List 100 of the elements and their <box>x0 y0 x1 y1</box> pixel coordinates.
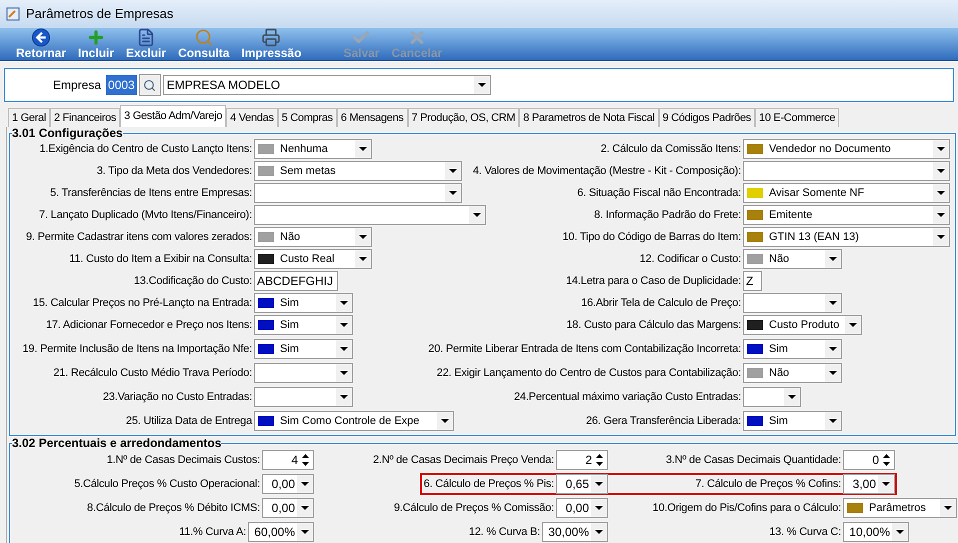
dropdown-button[interactable] <box>355 140 371 158</box>
select-field[interactable]: GTIN 13 (EAN 13) <box>743 227 950 247</box>
company-code-field[interactable]: 0003 <box>106 75 137 95</box>
dropdown-button[interactable] <box>933 228 949 246</box>
text-field[interactable]: Z <box>743 271 762 291</box>
combo-field[interactable]: 0,00 <box>262 498 314 518</box>
tab[interactable]: 9 Códigos Padrões <box>658 108 756 127</box>
select-field[interactable]: Sem metas <box>254 161 462 181</box>
dropdown-button[interactable] <box>825 412 841 430</box>
dropdown-button[interactable] <box>933 140 949 158</box>
combo-field[interactable]: 60,00% <box>248 522 314 542</box>
field-label: 9.Cálculo de Preços % Comissão: <box>394 500 554 516</box>
combo-field[interactable]: 0,65 <box>556 474 608 494</box>
select-field[interactable]: Sim <box>254 339 353 359</box>
select-field[interactable]: Vendedor no Documento <box>743 139 950 159</box>
select-field[interactable]: Não <box>743 249 842 269</box>
field-value: GTIN 13 (EAN 13) <box>769 230 859 243</box>
select-field[interactable]: Não <box>254 227 372 247</box>
dropdown-button[interactable] <box>297 499 313 517</box>
select-field[interactable] <box>254 183 462 203</box>
spinner-icon[interactable] <box>595 453 604 467</box>
dropdown-button[interactable] <box>474 76 490 94</box>
select-field[interactable] <box>254 205 486 225</box>
select-field[interactable] <box>254 363 353 383</box>
select-field[interactable] <box>254 387 353 407</box>
select-field[interactable]: Sim <box>743 411 842 431</box>
dropdown-button[interactable] <box>336 364 352 382</box>
dropdown-button[interactable] <box>940 499 956 517</box>
tab[interactable]: 8 Parametros de Nota Fiscal <box>519 108 659 127</box>
select-field[interactable]: Sim <box>743 339 842 359</box>
lookup-button[interactable] <box>138 74 161 96</box>
tab[interactable]: 2 Financeiros <box>50 108 120 127</box>
select-field[interactable]: Sim <box>254 293 353 313</box>
field-label: 17. Adicionar Fornecedor e Preço nos Itens: <box>46 318 252 333</box>
dropdown-button[interactable] <box>591 499 607 517</box>
tab[interactable]: 10 E-Commerce <box>755 108 840 127</box>
dropdown-button[interactable] <box>933 206 949 224</box>
field-value: 0,65 <box>564 476 590 493</box>
combo-field[interactable]: 30,00% <box>542 522 608 542</box>
dropdown-button[interactable] <box>878 475 894 493</box>
spin-field[interactable]: 2 <box>556 450 608 470</box>
dropdown-button[interactable] <box>933 162 949 180</box>
dropdown-button[interactable] <box>825 250 841 268</box>
dropdown-button[interactable] <box>825 340 841 358</box>
dropdown-button[interactable] <box>784 388 800 406</box>
toolbar-button[interactable]: Consulta <box>172 28 236 60</box>
select-field[interactable]: Parâmetros <box>843 498 957 518</box>
select-field[interactable]: Custo Produto <box>743 315 862 335</box>
tab[interactable]: 7 Produção, OS, CRM <box>408 108 520 127</box>
dropdown-button[interactable] <box>336 316 352 334</box>
dropdown-button[interactable] <box>892 523 908 541</box>
spinner-icon[interactable] <box>301 453 310 467</box>
dropdown-button[interactable] <box>591 523 607 541</box>
tab[interactable]: 5 Compras <box>278 108 337 127</box>
select-field[interactable] <box>743 387 801 407</box>
select-field[interactable]: Não <box>743 363 842 383</box>
combo-field[interactable]: 0,00 <box>556 498 608 518</box>
spin-field[interactable]: 4 <box>262 450 314 470</box>
dropdown-button[interactable] <box>336 294 352 312</box>
dropdown-button[interactable] <box>297 523 313 541</box>
dropdown-button[interactable] <box>845 316 861 334</box>
dropdown-button[interactable] <box>591 475 607 493</box>
toolbar-button[interactable]: Impressão <box>235 28 308 60</box>
dropdown-button[interactable] <box>933 184 949 202</box>
select-field[interactable]: Custo Real <box>254 249 372 269</box>
select-field[interactable] <box>743 161 950 181</box>
text-field[interactable]: ABCDEFGHIJ <box>254 271 338 291</box>
tab[interactable]: 3 Gestão Adm/Varejo <box>120 105 226 127</box>
spinner-icon[interactable] <box>882 453 891 467</box>
combo-field[interactable]: 0,00 <box>262 474 314 494</box>
toolbar-button[interactable]: Incluir <box>72 28 120 60</box>
toolbar-label: Consulta <box>178 47 230 60</box>
spin-field[interactable]: 0 <box>843 450 895 470</box>
toolbar-button[interactable]: Retornar <box>10 28 72 60</box>
tab[interactable]: 1 Geral <box>8 108 50 127</box>
select-field[interactable]: Emitente <box>743 205 950 225</box>
toolbar-button[interactable]: Excluir <box>120 28 172 60</box>
select-field[interactable] <box>743 293 842 313</box>
select-field[interactable]: Nenhuma <box>254 139 372 159</box>
dropdown-button[interactable] <box>825 294 841 312</box>
combo-field[interactable]: 3,00 <box>843 474 895 494</box>
tab[interactable]: 4 Vendas <box>226 108 278 127</box>
combo-field[interactable]: 10,00% <box>843 522 909 542</box>
dropdown-button[interactable] <box>336 388 352 406</box>
company-select[interactable]: EMPRESA MODELO <box>162 75 491 95</box>
dropdown-button[interactable] <box>355 228 371 246</box>
dropdown-button[interactable] <box>825 364 841 382</box>
toolbar-label: Cancelar <box>391 47 442 60</box>
field-label: 19. Permite Inclusão de Itens na Importação Nfe: <box>22 342 252 357</box>
dropdown-button[interactable] <box>469 206 485 224</box>
dropdown-button[interactable] <box>445 162 461 180</box>
dropdown-button[interactable] <box>336 340 352 358</box>
tab[interactable]: 6 Mensagens <box>336 108 408 127</box>
select-field[interactable]: Avisar Somente NF <box>743 183 950 203</box>
select-field[interactable]: Sim Como Controle de Expe <box>254 411 454 431</box>
dropdown-button[interactable] <box>297 475 313 493</box>
dropdown-button[interactable] <box>355 250 371 268</box>
dropdown-button[interactable] <box>445 184 461 202</box>
dropdown-button[interactable] <box>437 412 453 430</box>
select-field[interactable]: Sim <box>254 315 353 335</box>
